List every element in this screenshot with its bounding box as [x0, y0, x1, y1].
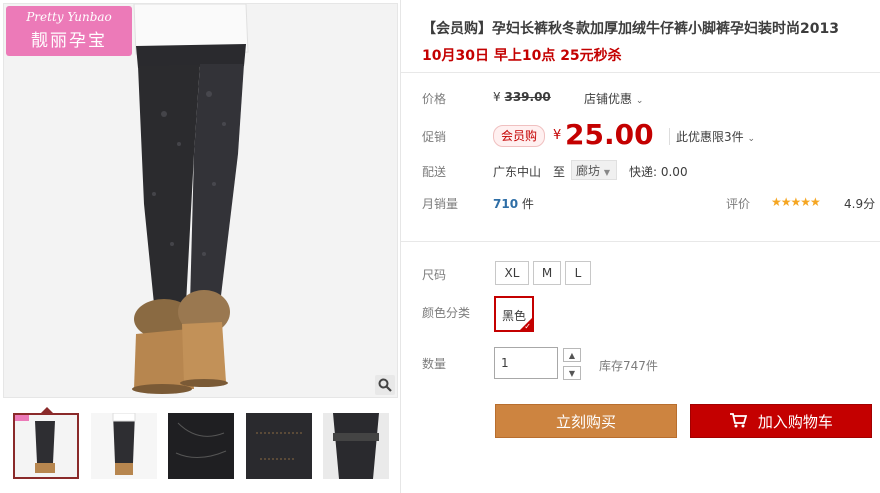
- currency-symbol: ¥: [493, 90, 501, 104]
- original-price: ¥ 339.00: [493, 90, 551, 104]
- stock-count: 库存747件: [599, 359, 658, 373]
- brand-logo: Pretty Yunbao 靓丽孕宝: [6, 6, 132, 56]
- price-label: 价格: [422, 92, 447, 106]
- monthly-sales-label: 月销量: [422, 197, 459, 211]
- magnifier-icon[interactable]: [375, 375, 395, 395]
- promo-currency: ¥: [553, 128, 562, 143]
- quantity-input[interactable]: 1: [494, 347, 558, 379]
- thumbnail-5[interactable]: [323, 413, 389, 479]
- monthly-sales: 710 件: [493, 195, 534, 212]
- product-subtitle: 10月30日 早上10点 25元秒杀: [422, 48, 622, 64]
- purchase-limit-label: 此优惠限3件: [676, 130, 744, 144]
- product-title: 【会员购】孕妇长裤秋冬款加厚加绒牛仔裤小脚裤孕妇装时尚2013: [422, 21, 839, 37]
- size-option-l[interactable]: L: [565, 261, 591, 285]
- size-label: 尺码: [422, 268, 447, 282]
- logo-chinese: 靓丽孕宝: [31, 31, 107, 51]
- rating-score: 4.9分: [844, 197, 876, 211]
- chevron-down-icon: ⌄: [635, 96, 644, 106]
- product-info-panel: 【会员购】孕妇长裤秋冬款加厚加绒牛仔裤小脚裤孕妇装时尚2013 10月30日 早…: [400, 0, 880, 493]
- size-option-xl[interactable]: XL: [495, 261, 529, 285]
- checkmark-icon: ✓: [524, 322, 531, 331]
- color-label: 颜色分类: [422, 306, 471, 320]
- shop-promo-dropdown[interactable]: 店铺优惠 ⌄: [584, 90, 643, 107]
- ship-to-word: 至: [553, 165, 566, 179]
- quantity-label: 数量: [422, 357, 447, 371]
- shop-promo-label: 店铺优惠: [584, 92, 633, 106]
- add-to-cart-label: 加入购物车: [757, 413, 833, 431]
- member-tag: 会员购: [493, 125, 545, 147]
- promo-label: 促销: [422, 130, 447, 144]
- thumbnail-4[interactable]: [246, 413, 312, 479]
- divider-top: [401, 72, 880, 73]
- promo-price: 25.00: [565, 118, 654, 151]
- rating-label: 评价: [726, 197, 751, 211]
- purchase-limit-dropdown[interactable]: 此优惠限3件 ⌄: [669, 128, 755, 145]
- caret-down-icon: ▼: [603, 168, 610, 177]
- thumbnail-strip: [3, 407, 398, 491]
- chevron-down-icon: ⌄: [747, 134, 756, 144]
- main-product-image[interactable]: Pretty Yunbao 靓丽孕宝: [3, 3, 398, 398]
- monthly-sales-unit: 件: [521, 197, 534, 211]
- original-price-value: 339.00: [504, 90, 551, 104]
- buy-now-button[interactable]: 立刻购买: [495, 404, 677, 438]
- thumbnail-2[interactable]: [91, 413, 157, 479]
- ship-from: 广东中山: [493, 165, 542, 179]
- add-to-cart-button[interactable]: 加入购物车: [690, 404, 872, 438]
- destination-value: 廊坊: [576, 164, 601, 178]
- destination-select[interactable]: 廊坊 ▼: [571, 160, 617, 180]
- cart-icon: [729, 406, 748, 440]
- logo-english: Pretty Yunbao: [26, 10, 112, 24]
- product-gallery: Pretty Yunbao 靓丽孕宝: [3, 3, 398, 491]
- quantity-decrease-button[interactable]: ▼: [563, 366, 581, 380]
- shipping-label: 配送: [422, 165, 447, 179]
- size-option-m[interactable]: M: [533, 261, 561, 285]
- thumbnail-1[interactable]: [13, 413, 79, 479]
- monthly-sales-count: 710: [493, 197, 519, 211]
- star-rating-icon: ★★★★★: [771, 195, 821, 209]
- express-fee: 快递: 0.00: [629, 165, 688, 179]
- product-photo: [4, 4, 397, 397]
- quantity-increase-button[interactable]: ▲: [563, 348, 581, 362]
- color-option-black[interactable]: 黑色 ✓: [494, 296, 534, 332]
- divider-middle: [401, 241, 880, 242]
- thumbnail-3[interactable]: [168, 413, 234, 479]
